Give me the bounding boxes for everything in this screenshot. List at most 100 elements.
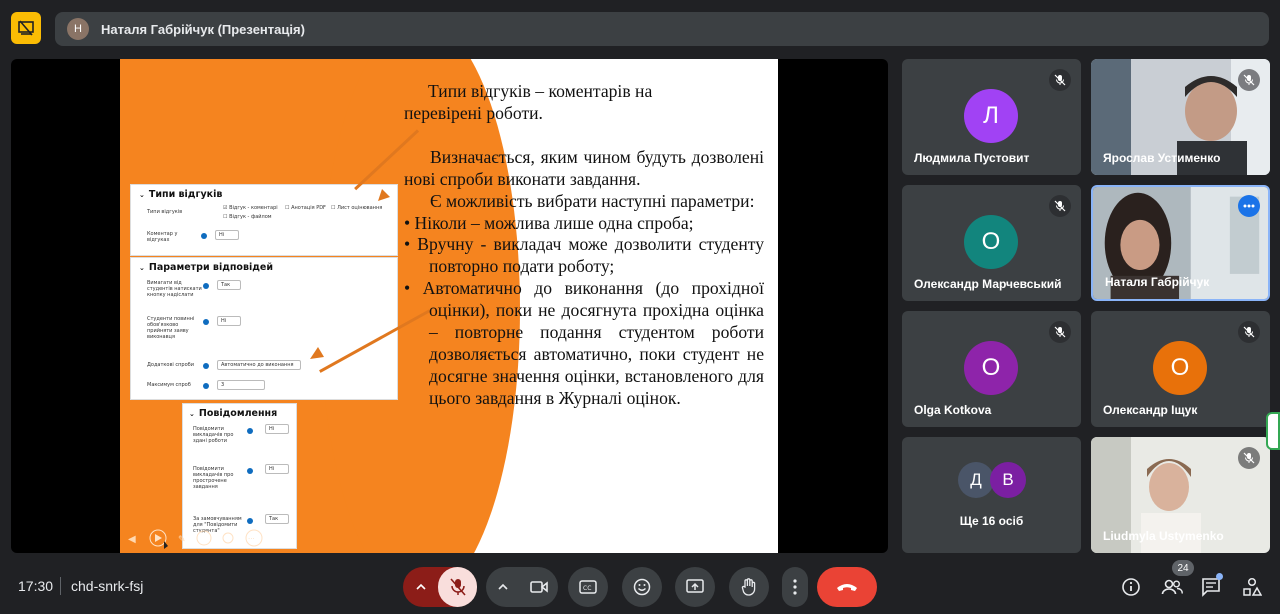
help-icon xyxy=(247,428,253,434)
participant-tile[interactable]: Ярослав Устименко xyxy=(1091,59,1270,175)
participant-avatar: Л xyxy=(964,89,1018,143)
screenshot-panel-submission-settings: ⌄ Параметри відповідей Вимагати від студе… xyxy=(130,257,398,400)
participant-tile-active[interactable]: Наталя Габрійчук xyxy=(1091,185,1270,301)
help-icon xyxy=(203,383,209,389)
checkbox-file: ☐ Відгук - файлом xyxy=(223,214,272,220)
emoji-reaction-button[interactable] xyxy=(622,567,662,607)
svg-text:CC: CC xyxy=(583,585,591,592)
stop-presenting-icon[interactable] xyxy=(11,12,41,44)
svg-text:···: ··· xyxy=(248,535,255,543)
panel-row-label: Повідомити викладачів про здані роботи xyxy=(193,426,234,444)
meeting-info-icon[interactable] xyxy=(1118,574,1144,600)
participant-tile[interactable]: О Олександр Марчевський xyxy=(902,185,1081,301)
slide-bullet: • Ніколи – можлива лише одна спроба; xyxy=(404,212,694,233)
mini-select: Автоматично до виконання xyxy=(217,360,301,370)
panel-row-label: Максимум спроб xyxy=(147,382,191,388)
participant-name: Ярослав Устименко xyxy=(1103,151,1221,165)
presenter-title: Наталя Габрійчук (Презентація) xyxy=(101,21,305,37)
more-participants-tile[interactable]: Д В Ще 16 осіб xyxy=(902,437,1081,553)
top-bar: Н Наталя Габрійчук (Презентація) xyxy=(0,0,1280,56)
panel-header: ⌄ Повідомлення xyxy=(189,408,278,419)
participant-name: Олександр Марчевський xyxy=(914,277,1062,291)
participant-avatar: О xyxy=(1153,341,1207,395)
participant-avatar: О xyxy=(964,215,1018,269)
participant-avatar: O xyxy=(964,341,1018,395)
mini-select: 3 xyxy=(217,380,265,390)
help-icon xyxy=(201,233,207,239)
panel-row-label: Додаткові спроби xyxy=(147,362,194,368)
participant-avatar: Д xyxy=(958,462,994,498)
panel-row-label: Коментар у відгуках xyxy=(147,231,178,243)
presentation-stage: ⌄ Типи відгуків Типи відгуків ☑ Відгук - … xyxy=(11,59,888,553)
checkbox-comments: ☑ Відгук - коментарі xyxy=(223,205,278,211)
help-icon xyxy=(203,319,209,325)
mic-off-button[interactable] xyxy=(438,567,477,607)
slide-bullet: • Автоматично до виконання (до прохідної… xyxy=(404,278,764,408)
mini-select: Ні xyxy=(217,316,241,326)
participant-name: Наталя Габрійчук xyxy=(1105,275,1210,289)
participant-tile[interactable]: Liudmyla Ustymenko xyxy=(1091,437,1270,553)
checkbox-pdf: ☐ Анотація PDF xyxy=(285,205,326,211)
slide-arrowhead xyxy=(310,347,324,359)
presenter-title-bar[interactable]: Н Наталя Габрійчук (Презентація) xyxy=(55,12,1269,46)
meeting-code: chd-snrk-fsj xyxy=(71,578,144,594)
panel-row-label: Вимагати від студентів натискати кнопку … xyxy=(147,280,202,298)
panel-header: ⌄ Типи відгуків xyxy=(139,189,223,200)
help-icon xyxy=(203,363,209,369)
slide-paragraph: Визначається, яким чином будуть дозволен… xyxy=(404,146,764,189)
participant-tile[interactable]: Л Людмила Пустовит xyxy=(902,59,1081,175)
panel-row-label: Повідомити викладачів про прострочене за… xyxy=(193,466,234,490)
mini-select: Ні xyxy=(265,464,289,474)
camera-control-group xyxy=(486,567,558,607)
side-extension-tab[interactable] xyxy=(1266,412,1280,450)
panel-row-label: Типи відгуків xyxy=(147,209,183,215)
participant-name: Olga Kotkova xyxy=(914,403,992,417)
mini-select: Ні xyxy=(215,230,239,240)
slide-playback-controls: ◀ ✎ ··· xyxy=(120,527,270,549)
mic-off-icon xyxy=(1238,447,1260,469)
camera-options-chevron-icon[interactable] xyxy=(486,583,520,591)
raise-hand-button[interactable] xyxy=(729,567,769,607)
more-participants-label: Ще 16 осіб xyxy=(959,514,1024,528)
more-options-button[interactable] xyxy=(782,567,808,607)
screenshot-panel-feedback-types: ⌄ Типи відгуків Типи відгуків ☑ Відгук - … xyxy=(130,184,398,256)
slide-arrowhead xyxy=(378,189,390,201)
mini-select: Ні xyxy=(265,424,289,434)
presentation-slide: ⌄ Типи відгуків Типи відгуків ☑ Відгук - … xyxy=(120,59,778,553)
help-icon xyxy=(203,283,209,289)
participant-avatar: В xyxy=(990,462,1026,498)
activities-icon[interactable] xyxy=(1239,574,1265,600)
svg-text:✎: ✎ xyxy=(178,535,186,545)
participant-name: Олександр Іщук xyxy=(1103,403,1198,417)
mic-options-chevron-icon[interactable] xyxy=(403,583,438,591)
participant-name: Людмила Пустовит xyxy=(914,151,1030,165)
camera-button[interactable] xyxy=(520,580,558,594)
mic-control-group xyxy=(403,567,477,607)
presenter-avatar: Н xyxy=(67,18,89,40)
slide-bullet: • Вручну - викладач може дозволити студе… xyxy=(404,234,764,277)
mic-off-icon xyxy=(1238,321,1260,343)
participant-tile[interactable]: O Olga Kotkova xyxy=(902,311,1081,427)
people-icon[interactable] xyxy=(1159,574,1185,600)
leave-call-button[interactable] xyxy=(817,567,877,607)
bottom-toolbar: 17:30 chd-snrk-fsj CC 24 xyxy=(0,560,1280,614)
chat-icon[interactable] xyxy=(1198,573,1224,600)
slide-paragraph: Є можливість вибрати наступні параметри: xyxy=(430,190,755,211)
slide-body-text: Типи відгуків – коментарів на перевірені… xyxy=(404,81,764,410)
help-icon xyxy=(247,468,253,474)
mic-off-icon xyxy=(1049,321,1071,343)
mini-select: Так xyxy=(265,514,289,524)
present-now-button[interactable] xyxy=(675,567,715,607)
more-options-icon[interactable] xyxy=(1238,195,1260,217)
participant-tile[interactable]: О Олександр Іщук xyxy=(1091,311,1270,427)
unread-dot-icon xyxy=(1216,573,1223,580)
panel-row-label: Студенти повинні обов'язково прийняти за… xyxy=(147,316,195,340)
help-icon xyxy=(247,518,253,524)
meeting-clock: 17:30 xyxy=(18,578,54,594)
slide-title-line: Типи відгуків – коментарів на xyxy=(428,81,653,101)
mini-select: Так xyxy=(217,280,241,290)
captions-button[interactable]: CC xyxy=(568,567,608,607)
mic-off-icon xyxy=(1238,69,1260,91)
mic-off-icon xyxy=(1049,195,1071,217)
checkbox-grading-sheet: ☐ Лист оцінювання xyxy=(331,205,383,211)
